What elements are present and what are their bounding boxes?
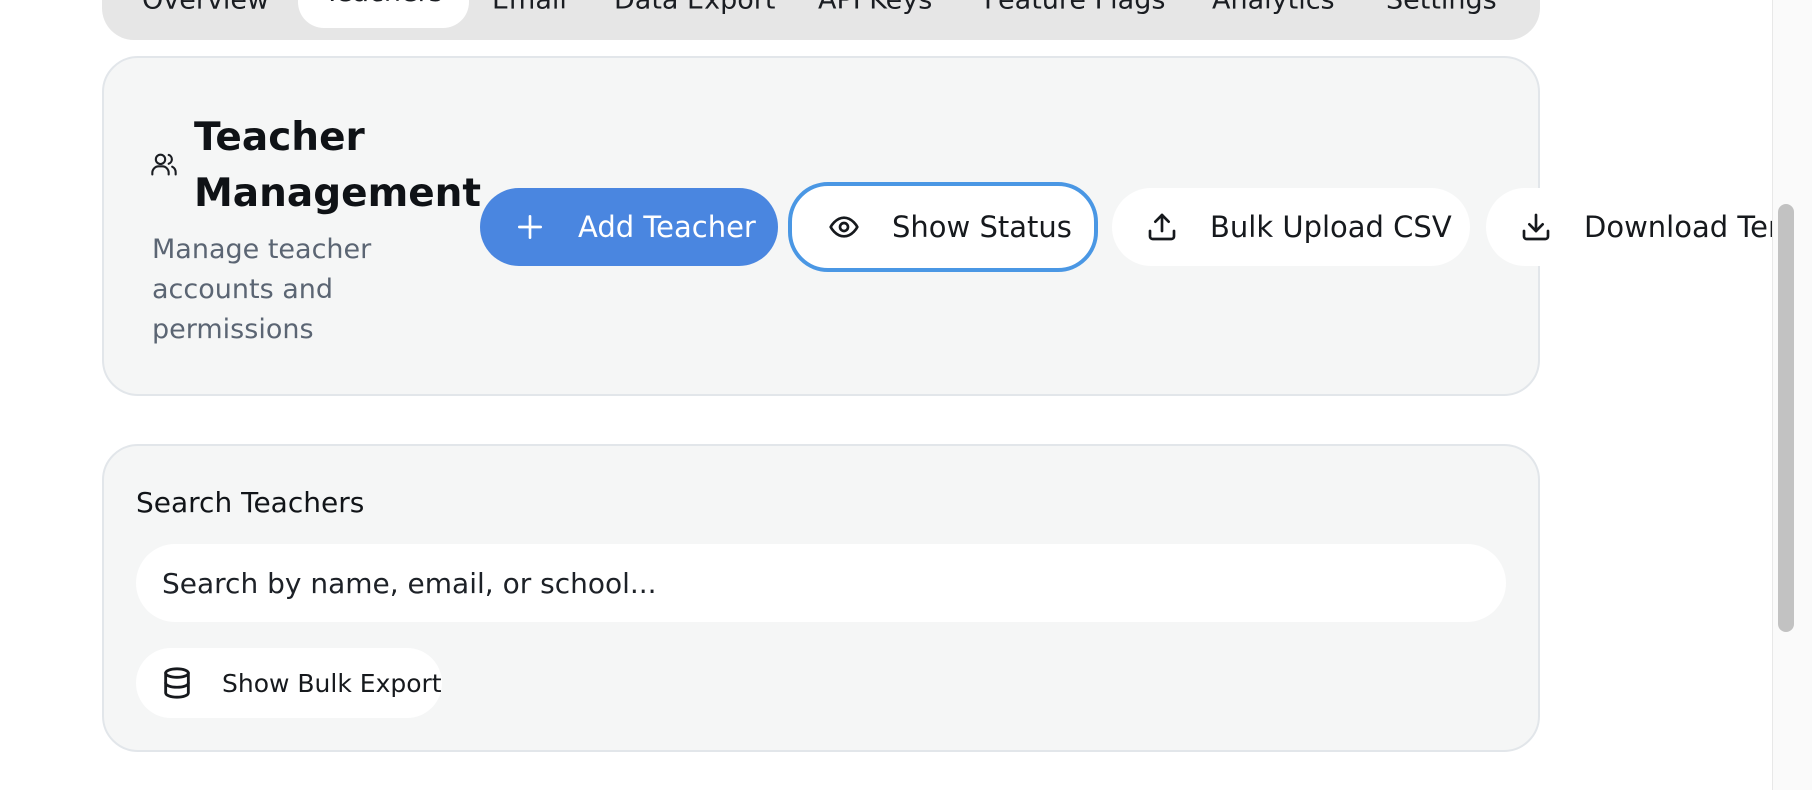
search-label: Search Teachers <box>136 486 365 519</box>
show-status-button[interactable]: Show Status <box>788 182 1098 272</box>
database-icon <box>164 667 190 699</box>
plus-icon <box>518 215 542 239</box>
add-teacher-button[interactable]: Add Teacher <box>480 188 778 266</box>
users-icon <box>151 153 177 176</box>
tab-api-keys[interactable]: API Keys <box>818 0 932 14</box>
upload-icon <box>1148 213 1176 241</box>
tab-data-export[interactable]: Data Export <box>614 0 775 14</box>
show-status-label: Show Status <box>892 210 1072 244</box>
page-subtitle: Manage teacher accounts and permissions <box>152 234 372 345</box>
tab-email[interactable]: Email <box>492 0 567 14</box>
download-icon <box>1522 213 1550 241</box>
add-teacher-label: Add Teacher <box>578 210 756 244</box>
show-bulk-export-label: Show Bulk Export <box>222 668 442 698</box>
teacher-management-card: Teacher Management Manage teacher accoun… <box>102 56 1812 396</box>
show-bulk-export-button[interactable]: Show Bulk Export <box>136 648 442 718</box>
bulk-upload-label: Bulk Upload CSV <box>1210 210 1452 244</box>
search-input[interactable] <box>136 544 1506 622</box>
tab-feature-flags[interactable]: Feature Flags <box>984 0 1165 14</box>
eye-icon <box>829 216 859 238</box>
tab-settings[interactable]: Settings <box>1386 0 1497 14</box>
download-template-button[interactable]: Download Tem <box>1486 188 1812 266</box>
download-template-label: Download Tem <box>1584 210 1797 244</box>
tab-analytics[interactable]: Analytics <box>1212 0 1335 14</box>
bulk-upload-csv-button[interactable]: Bulk Upload CSV <box>1112 188 1470 266</box>
scrollbar-thumb[interactable] <box>1778 204 1794 632</box>
tab-bar: Overview Teachers Email Data Export API … <box>102 0 1540 40</box>
page-title: Teacher Management <box>194 115 482 216</box>
tab-teachers[interactable]: Teachers <box>298 0 469 28</box>
tab-overview[interactable]: Overview <box>142 0 269 14</box>
search-card: Search Teachers Show Bulk Export <box>102 444 1540 752</box>
